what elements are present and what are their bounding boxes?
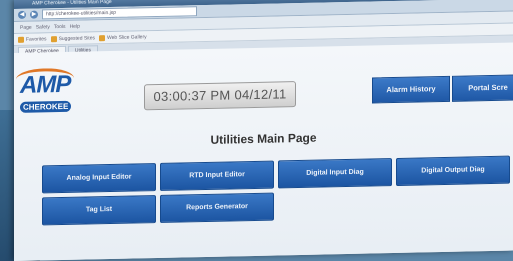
browser-window: AMP Cherokee - Utilities Main Page ◀ ▶ h…	[14, 0, 513, 261]
portal-screen-button[interactable]: Portal Scre	[452, 74, 513, 102]
alarm-history-button[interactable]: Alarm History	[372, 75, 450, 104]
clock-display: 03:00:37 PM 04/12/11	[144, 81, 296, 111]
menu-item[interactable]: Page	[20, 24, 32, 30]
menu-item[interactable]: Help	[70, 23, 80, 29]
digital-output-diag-button[interactable]: Digital Output Diag	[396, 155, 510, 186]
favorite-item[interactable]: Suggested Sites	[50, 34, 95, 42]
favorite-label: Suggested Sites	[58, 34, 95, 42]
forward-icon[interactable]: ▶	[30, 10, 38, 19]
url-input[interactable]: http://cherokee-utilities/main.jsp	[42, 6, 197, 20]
logo-sub-text: CHEROKEE	[20, 100, 72, 113]
digital-input-diag-button[interactable]: Digital Input Diag	[278, 158, 392, 189]
back-icon[interactable]: ◀	[18, 10, 26, 19]
favorite-item[interactable]: Favorites	[18, 36, 47, 43]
site-icon	[98, 34, 105, 41]
page-title: Utilities Main Page	[210, 130, 317, 147]
menu-item[interactable]: Tools	[54, 23, 66, 29]
amp-cherokee-logo: AMP CHEROKEE	[16, 67, 86, 114]
reports-generator-button[interactable]: Reports Generator	[160, 192, 274, 223]
tag-list-button[interactable]: Tag List	[42, 195, 156, 226]
logo-arc	[16, 67, 74, 90]
rtd-input-editor-button[interactable]: RTD Input Editor	[160, 160, 274, 191]
site-icon	[50, 35, 57, 42]
page-content: AMP CHEROKEE 03:00:37 PM 04/12/11 Alarm …	[14, 42, 513, 261]
favorite-item[interactable]: Web Slice Gallery	[98, 33, 147, 41]
analog-input-editor-button[interactable]: Analog Input Editor	[42, 163, 156, 194]
star-icon	[18, 36, 24, 43]
favorite-label: Web Slice Gallery	[106, 33, 147, 41]
favorite-label: Favorites	[26, 35, 47, 43]
menu-item[interactable]: Safety	[36, 24, 50, 30]
